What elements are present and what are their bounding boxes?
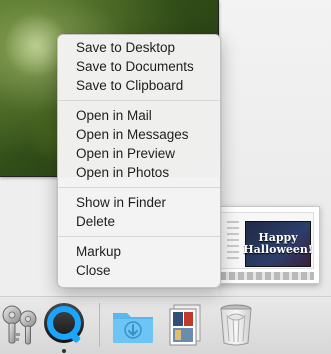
trash-icon[interactable]: [213, 301, 259, 347]
running-indicator: [62, 349, 66, 353]
thumbnail-dock-strip: [220, 272, 314, 280]
menu-item-show-in-finder[interactable]: Show in Finder: [58, 193, 220, 212]
menu-item-save-to-desktop[interactable]: Save to Desktop: [58, 38, 220, 57]
screenshot-thumbnail[interactable]: Happy Halloween!: [214, 206, 320, 284]
menu-item-open-in-messages[interactable]: Open in Messages: [58, 125, 220, 144]
menu-item-delete[interactable]: Delete: [58, 212, 220, 231]
menu-item-save-to-documents[interactable]: Save to Documents: [58, 57, 220, 76]
documents-stack-icon[interactable]: [162, 301, 208, 347]
menu-item-save-to-clipboard[interactable]: Save to Clipboard: [58, 76, 220, 95]
context-menu: Save to Desktop Save to Documents Save to …: [57, 34, 221, 288]
thumbnail-page: Happy Halloween!: [220, 212, 314, 269]
desktop-screen: Happy Halloween! Save to Desktop Save to…: [0, 0, 331, 354]
menu-separator: [58, 100, 220, 101]
dock: [0, 296, 331, 354]
menu-item-markup[interactable]: Markup: [58, 242, 220, 261]
halloween-card: Happy Halloween!: [243, 221, 313, 267]
menu-item-open-in-photos[interactable]: Open in Photos: [58, 163, 220, 182]
dock-separator: [99, 303, 100, 347]
keychain-access-icon[interactable]: [0, 301, 44, 347]
menu-separator: [58, 236, 220, 237]
thumbnail-sidebar: [227, 221, 239, 261]
menu-item-open-in-mail[interactable]: Open in Mail: [58, 106, 220, 125]
quicktime-player-icon[interactable]: [41, 301, 87, 347]
card-line-2: Halloween!: [243, 243, 313, 256]
menu-item-open-in-preview[interactable]: Open in Preview: [58, 144, 220, 163]
downloads-folder-icon[interactable]: [110, 301, 156, 347]
menu-item-close[interactable]: Close: [58, 261, 220, 280]
menu-separator: [58, 187, 220, 188]
